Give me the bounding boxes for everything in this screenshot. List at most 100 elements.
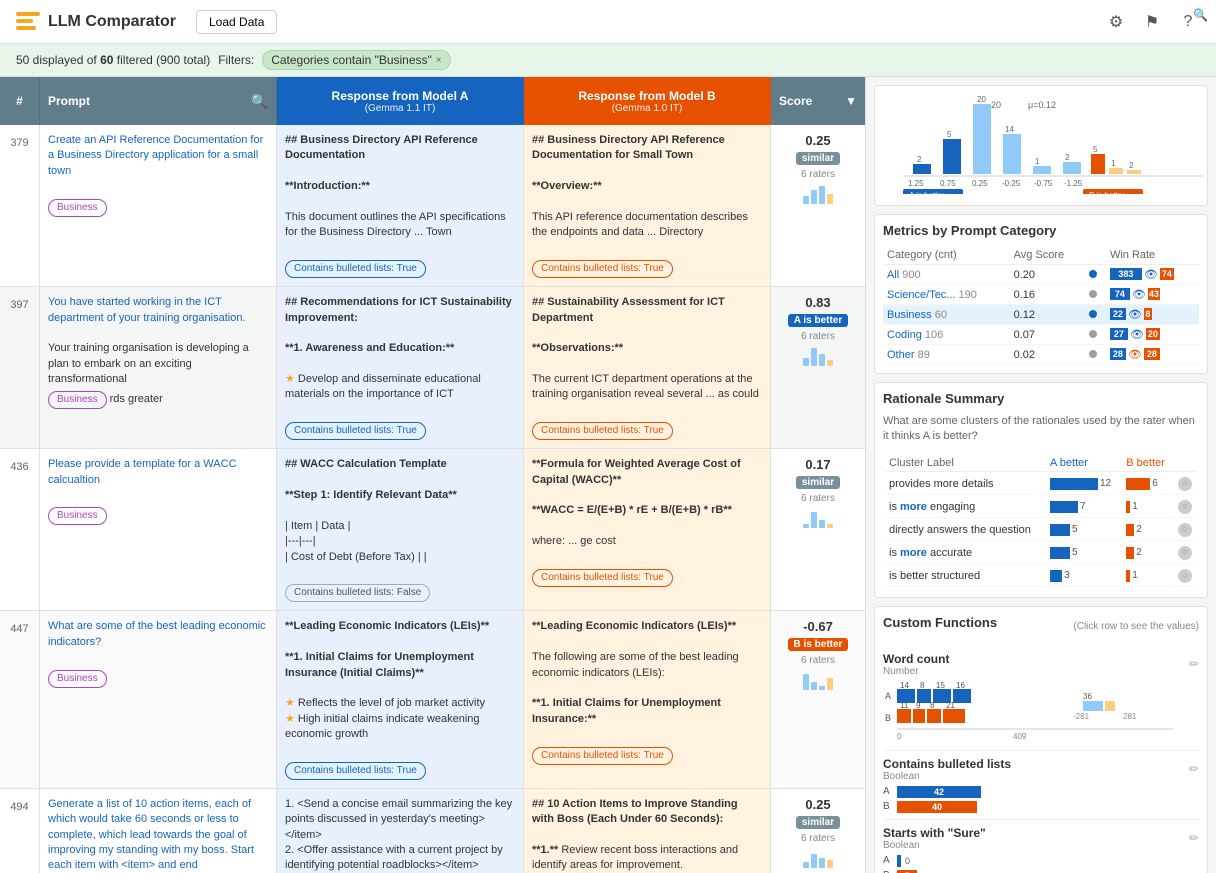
response-a-cell: ## Business Directory API Reference Docu… bbox=[277, 125, 524, 286]
contains-tag-a: Contains bulleted lists: True bbox=[285, 260, 426, 278]
table-header: # Prompt 🔍 Response from Model A (Gemma … bbox=[0, 77, 865, 125]
filter-tag[interactable]: Categories contain "Business" × bbox=[262, 50, 450, 70]
edit-icon[interactable]: ✏ bbox=[1189, 762, 1199, 776]
metrics-row[interactable]: Other 89 0.02 28 👁 28 bbox=[883, 345, 1199, 365]
rationale-table: Cluster Label A better B better provides… bbox=[883, 453, 1199, 589]
score-dist-svg: 20 μ=0.12 2 5 20 14 1 2 5 bbox=[883, 94, 1213, 194]
prompt-cell: Generate a list of 10 action items, each… bbox=[40, 789, 277, 873]
contains-tag-a: Contains bulleted lists: True bbox=[285, 762, 426, 780]
response-b-cell: ## Business Directory API Reference Docu… bbox=[524, 125, 771, 286]
category-tag[interactable]: Business bbox=[48, 391, 107, 409]
score-badge: similar bbox=[796, 152, 840, 165]
display-summary: 50 displayed of 60 filtered (900 total) bbox=[16, 53, 210, 67]
score-cell: 0.25 similar 6 raters bbox=[771, 125, 865, 286]
svg-text:2: 2 bbox=[917, 155, 922, 164]
rationale-row[interactable]: is better structured 3 1 ○ bbox=[885, 566, 1197, 587]
custom-function-row[interactable]: Contains bulleted lists Boolean ✏ A 42 B… bbox=[883, 751, 1199, 820]
svg-text:20: 20 bbox=[977, 95, 986, 104]
response-b-cell: ## 10 Action Items to Improve Standing w… bbox=[524, 789, 771, 873]
mini-chart bbox=[798, 346, 838, 366]
table-row: 447 What are some of the best leading ec… bbox=[0, 611, 865, 789]
app-header: LLM Comparator Load Data ⚙ ⚑ ? bbox=[0, 0, 1216, 44]
rationale-row[interactable]: is more accurate 5 2 ○ bbox=[885, 543, 1197, 564]
eye-icon: 👁 bbox=[1128, 348, 1142, 361]
svg-text:-281: -281 bbox=[1073, 712, 1090, 721]
metrics-row[interactable]: Science/Tec... 190 0.16 74 👁 43 bbox=[883, 285, 1199, 305]
custom-functions-section: Custom Functions (Click row to see the v… bbox=[874, 606, 1208, 873]
info-icon[interactable]: ○ bbox=[1178, 523, 1192, 537]
sort-score-icon[interactable]: ▼ bbox=[845, 94, 857, 108]
metrics-row[interactable]: All 900 0.20 383 👁 74 bbox=[883, 265, 1199, 285]
score-chart: 20 μ=0.12 2 5 20 14 1 2 5 bbox=[874, 85, 1208, 206]
rationale-row[interactable]: provides more details 12 6 ○ bbox=[885, 474, 1197, 495]
svg-text:9: 9 bbox=[916, 701, 921, 710]
filter-bar: 50 displayed of 60 filtered (900 total) … bbox=[0, 44, 1216, 77]
rationale-subtitle: What are some clusters of the rationales… bbox=[883, 414, 1199, 445]
info-icon[interactable]: ○ bbox=[1178, 477, 1192, 491]
eye-icon: 👁 bbox=[1130, 328, 1144, 341]
metrics-title: Metrics by Prompt Category bbox=[883, 223, 1199, 238]
svg-text:36: 36 bbox=[1083, 692, 1092, 701]
metrics-row[interactable]: Coding 106 0.07 27 👁 20 bbox=[883, 325, 1199, 345]
load-data-button[interactable]: Load Data bbox=[196, 10, 277, 34]
starts-sure-chart: A 0 B 5 bbox=[883, 855, 1199, 873]
custom-title: Custom Functions bbox=[883, 615, 997, 630]
row-num: 397 bbox=[0, 287, 40, 448]
contains-tag-b: Contains bulleted lists: True bbox=[532, 422, 673, 440]
row-num: 379 bbox=[0, 125, 40, 286]
metrics-table: Category (cnt) Avg Score Win Rate All 90… bbox=[883, 246, 1199, 365]
table-row: 379 Create an API Reference Documentatio… bbox=[0, 125, 865, 287]
table-body: 379 Create an API Reference Documentatio… bbox=[0, 125, 865, 873]
right-panel: 20 μ=0.12 2 5 20 14 1 2 5 bbox=[865, 77, 1216, 873]
custom-function-row[interactable]: Word count Number ✏ A 14 8 bbox=[883, 646, 1199, 751]
info-icon[interactable]: ○ bbox=[1178, 546, 1192, 560]
score-cell: 0.83 A is better 6 raters bbox=[771, 287, 865, 448]
col-header-score: Score ▼ bbox=[771, 77, 865, 125]
prompt-cell: What are some of the best leading econom… bbox=[40, 611, 277, 788]
edit-icon[interactable]: ✏ bbox=[1189, 657, 1199, 671]
svg-text:11: 11 bbox=[900, 701, 909, 710]
prompt-cell: Please provide a template for a WACC cal… bbox=[40, 449, 277, 610]
svg-text:281: 281 bbox=[1123, 712, 1137, 721]
mini-chart bbox=[798, 184, 838, 204]
score-badge: similar bbox=[796, 816, 840, 829]
category-tag[interactable]: Business bbox=[48, 507, 107, 525]
rationale-section: Rationale Summary What are some clusters… bbox=[874, 382, 1208, 598]
col-a-better: A better bbox=[1046, 455, 1120, 472]
response-b-cell: ## Sustainability Assessment for ICT Dep… bbox=[524, 287, 771, 448]
info-icon[interactable]: ○ bbox=[1178, 569, 1192, 583]
response-a-cell: 1. <Send a concise email summarizing the… bbox=[277, 789, 524, 873]
rationale-row[interactable]: is more engaging 7 1 ○ bbox=[885, 497, 1197, 518]
svg-text:A: A bbox=[885, 691, 891, 701]
custom-function-row[interactable]: Starts with "Sure" Boolean ✏ A 0 B bbox=[883, 820, 1199, 873]
gear-icon[interactable]: ⚙ bbox=[1104, 10, 1128, 34]
category-tag[interactable]: Business bbox=[48, 670, 107, 688]
function-name: Contains bulleted lists bbox=[883, 757, 1011, 771]
eye-icon: 👁 bbox=[1144, 268, 1158, 281]
svg-text:0.25: 0.25 bbox=[972, 179, 988, 188]
svg-text:1: 1 bbox=[1111, 159, 1116, 168]
metrics-row[interactable]: Business 60 0.12 22 👁 8 bbox=[883, 305, 1199, 325]
category-tag[interactable]: Business bbox=[48, 199, 107, 217]
logo-icon bbox=[16, 12, 40, 32]
col-winrate: Win Rate bbox=[1106, 246, 1199, 265]
mini-chart bbox=[798, 670, 838, 690]
app-title: LLM Comparator bbox=[48, 13, 176, 31]
filters-label: Filters: bbox=[218, 53, 254, 67]
filter-close-icon[interactable]: × bbox=[436, 55, 442, 66]
search-prompt-icon[interactable]: 🔍 bbox=[251, 93, 268, 110]
function-name: Word count bbox=[883, 652, 949, 666]
score-badge: B is better bbox=[788, 638, 849, 651]
score-cell: 0.25 similar 6 raters bbox=[771, 789, 865, 873]
col-header-model-b: Response from Model B (Gemma 1.0 IT) 🔍 bbox=[524, 77, 771, 125]
mini-chart bbox=[798, 508, 838, 528]
info-icon[interactable]: ○ bbox=[1178, 500, 1192, 514]
flag-icon[interactable]: ⚑ bbox=[1140, 10, 1164, 34]
svg-text:14: 14 bbox=[900, 681, 909, 690]
table-row: 436 Please provide a template for a WACC… bbox=[0, 449, 865, 611]
contains-tag-b: Contains bulleted lists: True bbox=[532, 569, 673, 587]
svg-text:20: 20 bbox=[991, 100, 1001, 110]
col-header-model-a: Response from Model A (Gemma 1.1 IT) 🔍 bbox=[277, 77, 524, 125]
rationale-row[interactable]: directly answers the question 5 2 ○ bbox=[885, 520, 1197, 541]
edit-icon[interactable]: ✏ bbox=[1189, 831, 1199, 845]
